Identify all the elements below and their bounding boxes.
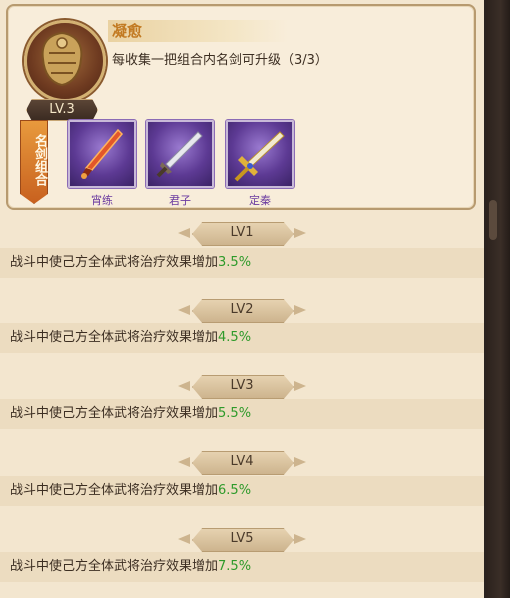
sword-name: 君子 (169, 194, 191, 207)
sword-name: 定秦 (249, 194, 271, 207)
level-row-2: 战斗中使己方全体武将治疗效果增加4.5% (0, 323, 484, 353)
level-effect-value: 3.5% (218, 255, 252, 270)
level-row-1: 战斗中使己方全体武将治疗效果增加3.5% (0, 248, 484, 278)
level-effect-text: 战斗中使己方全体武将治疗效果增加6.5% (10, 483, 252, 498)
level-header-5: LV5 (178, 528, 306, 552)
golden-sword-icon (234, 131, 285, 182)
skill-level-badge: LV.3 (26, 99, 98, 121)
level-effect-value: 4.5% (218, 330, 252, 345)
level-label: LV4 (230, 454, 254, 469)
level-effect-value: 5.5% (218, 406, 252, 421)
level-header-3: LV3 (178, 375, 306, 399)
sword-slot[interactable] (226, 120, 294, 188)
level-row-4: 战斗中使己方全体武将治疗效果增加6.5% (0, 476, 484, 506)
level-effect-text: 战斗中使己方全体武将治疗效果增加5.5% (10, 406, 252, 421)
level-label: LV2 (230, 302, 254, 317)
skill-panel: LV.3 凝愈 每收集一把组合内名剑可升级（3/3） 名剑组合 宵练 君子 定秦… (0, 0, 484, 598)
scrollbar-track[interactable] (486, 0, 510, 598)
silver-sword-icon (156, 131, 203, 178)
flame-sword-icon (81, 128, 124, 179)
level-label: LV3 (230, 378, 254, 393)
level-header-4: LV4 (178, 451, 306, 475)
combo-banner: 名剑组合 (20, 120, 48, 204)
level-row-5: 战斗中使己方全体武将治疗效果增加7.5% (0, 552, 484, 582)
level-label: LV1 (230, 225, 254, 240)
sword-slot[interactable] (146, 120, 214, 188)
level-header-1: LV1 (178, 222, 306, 246)
sword-name: 宵练 (91, 194, 113, 207)
level-header-2: LV2 (178, 299, 306, 323)
level-effect-text: 战斗中使己方全体武将治疗效果增加3.5% (10, 255, 252, 270)
level-label: LV5 (230, 531, 254, 546)
level-effect-value: 6.5% (218, 483, 252, 498)
level-effect-text: 战斗中使己方全体武将治疗效果增加4.5% (10, 330, 252, 345)
level-row-3: 战斗中使己方全体武将治疗效果增加5.5% (0, 399, 484, 429)
skill-portrait (24, 20, 106, 102)
level-effect-text: 战斗中使己方全体武将治疗效果增加7.5% (10, 559, 252, 574)
combo-banner-label: 名剑组合 (32, 134, 47, 186)
skill-description: 每收集一把组合内名剑可升级（3/3） (112, 53, 328, 68)
armor-icon (41, 31, 83, 87)
level-effect-value: 7.5% (218, 559, 252, 574)
sword-slot[interactable] (68, 120, 136, 188)
sword-item-junzi[interactable]: 君子 (146, 120, 214, 208)
scrollbar-thumb[interactable] (489, 200, 497, 240)
sword-item-dingqin[interactable]: 定秦 (226, 120, 294, 208)
skill-title: 凝愈 (112, 22, 143, 40)
sword-item-xiaolian[interactable]: 宵练 (68, 120, 136, 208)
